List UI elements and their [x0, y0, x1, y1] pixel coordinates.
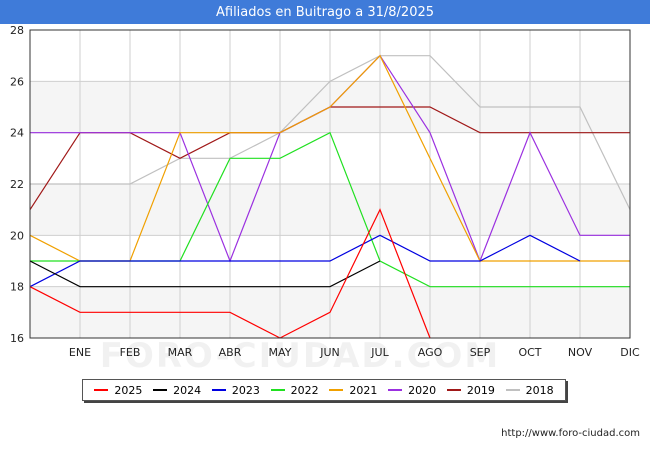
legend-swatch [446, 389, 461, 391]
legend-label: 2018 [525, 383, 554, 397]
legend-swatch [211, 389, 226, 391]
legend-item-2023: 2023 [211, 383, 260, 397]
x-tick-label: OCT [518, 346, 541, 359]
y-tick-label: 22 [10, 178, 24, 191]
legend-item-2018: 2018 [505, 383, 554, 397]
x-tick-label: NOV [568, 346, 593, 359]
y-tick-label: 24 [10, 127, 24, 140]
legend-label: 2022 [290, 383, 319, 397]
legend-item-2021: 2021 [329, 384, 377, 397]
x-tick-label: JUN [319, 346, 340, 359]
y-axis-ticks: 16 18 20 22 24 26 28 [10, 24, 24, 345]
source-url: http://www.foro-ciudad.com [501, 428, 640, 439]
y-tick-label: 28 [10, 24, 24, 37]
x-tick-label: AGO [418, 346, 443, 359]
y-tick-label: 20 [10, 229, 24, 242]
legend-swatch [270, 389, 285, 391]
legend-item-2020: 2020 [388, 384, 436, 397]
legend-swatch [505, 389, 520, 391]
x-tick-label: ABR [219, 346, 242, 359]
x-tick-label: MAR [168, 346, 193, 359]
legend-label: 2021 [349, 383, 378, 397]
y-tick-label: 18 [10, 281, 24, 294]
x-tick-label: ENE [69, 346, 91, 359]
legend-label: 2019 [466, 383, 495, 397]
legend-label: 2020 [408, 383, 437, 397]
legend-swatch [94, 389, 109, 391]
chart-legend: 2025 2024 2023 2022 2021 2020 2019 2018 [82, 379, 566, 401]
legend-item-2019: 2019 [446, 383, 495, 397]
legend-item-2025: 2025 [94, 384, 142, 397]
x-tick-label: SEP [470, 346, 491, 359]
y-tick-label: 16 [10, 332, 24, 345]
x-tick-label: JUL [370, 346, 389, 359]
legend-swatch [153, 389, 168, 391]
y-tick-label: 26 [10, 75, 24, 88]
legend-swatch [329, 389, 344, 391]
legend-label: 2025 [114, 383, 143, 397]
legend-label: 2024 [173, 383, 202, 397]
legend-item-2022: 2022 [270, 383, 319, 397]
x-tick-label: DIC [620, 346, 640, 359]
legend-label: 2023 [231, 383, 260, 397]
legend-swatch [388, 389, 403, 391]
x-tick-label: FEB [120, 346, 141, 359]
x-tick-label: MAY [269, 346, 292, 359]
legend-item-2024: 2024 [153, 384, 201, 397]
